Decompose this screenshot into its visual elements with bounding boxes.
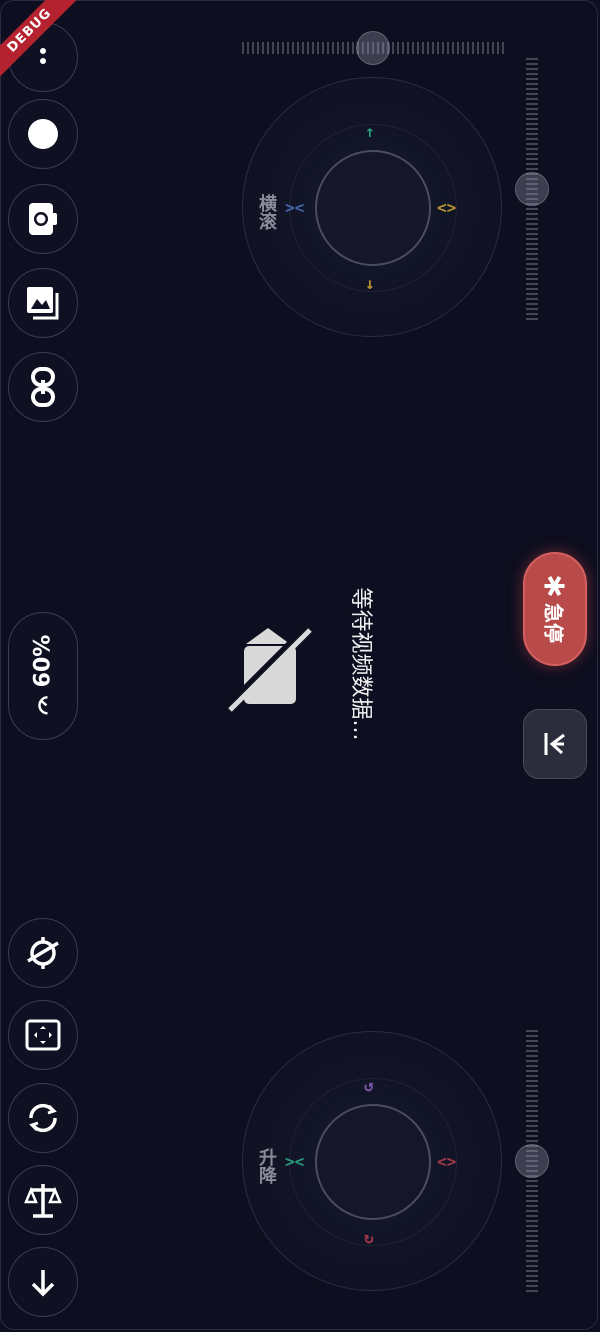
pitch-slider-thumb[interactable] [515,172,549,206]
waiting-video-text: 等待视频数据... [348,587,373,741]
videocam-off-icon [224,624,312,712]
arrow-up-icon: ↑ [365,122,375,141]
joystick-throttle-label: 升降 [256,1148,277,1184]
down-arrow-icon [31,1270,55,1297]
joystick-throttle-knob[interactable] [315,1104,431,1220]
no-gps-icon [27,937,59,969]
land-down-button[interactable] [8,1247,78,1317]
fullscreen-button[interactable] [8,1000,78,1070]
plane-landing-icon [544,733,565,755]
gallery-icon [27,287,59,320]
balance-icon [24,1184,62,1218]
yaw-slider-thumb[interactable] [356,31,390,65]
gps-off-button[interactable] [8,918,78,988]
joystick-roll-knob[interactable] [315,150,431,266]
trim-slider[interactable] [515,1030,549,1292]
gallery-button[interactable] [8,268,78,338]
record-icon [28,119,58,149]
joystick-throttle[interactable]: 升降 ↺ ↻ >< <> [242,1031,502,1291]
fullscreen-icon [25,1019,61,1051]
arrow-down-throttle-icon: <> [437,1152,457,1171]
rotate-button[interactable] [8,1083,78,1153]
yaw-slider[interactable] [242,31,504,65]
link-button[interactable] [8,352,78,422]
emergency-stop-label: 急停 [541,603,566,643]
joystick-roll[interactable]: 横滚 ↑ ↓ >< <> [242,77,502,337]
rotate-cw-icon: ↻ [364,1228,374,1247]
arrow-right-icon: <> [437,198,457,217]
camera-icon [29,203,57,235]
speed-value: 60% [30,634,56,688]
balance-button[interactable] [8,1165,78,1235]
camera-button[interactable] [8,184,78,254]
landing-button[interactable] [523,709,587,779]
speedometer-icon [37,696,48,715]
rotate-ccw-icon: ↺ [364,1076,374,1095]
link-icon [31,367,55,407]
arrow-up-throttle-icon: >< [285,1152,305,1171]
speed-indicator[interactable]: 60% [8,612,78,740]
asterisk-icon [545,576,565,596]
record-button[interactable] [8,99,78,169]
rotate-icon [29,1103,57,1133]
pitch-slider[interactable] [515,58,549,320]
trim-slider-thumb[interactable] [515,1144,549,1178]
arrow-left-icon: >< [285,198,305,217]
emergency-stop-button[interactable]: 急停 [523,552,587,666]
joystick-roll-label: 横滚 [256,194,277,230]
arrow-down-icon: ↓ [365,274,375,293]
